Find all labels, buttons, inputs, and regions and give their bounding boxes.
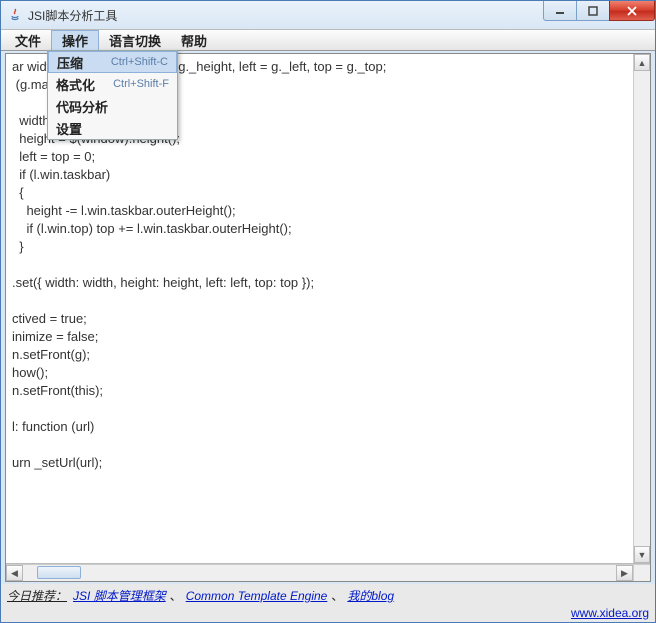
menu-help[interactable]: 帮助 [171, 30, 217, 50]
recommend-link-cte[interactable]: Common Template Engine [186, 589, 328, 603]
scroll-right-arrow-icon[interactable]: ▶ [616, 565, 633, 581]
menu-language[interactable]: 语言切换 [99, 30, 171, 50]
window-title: JSI脚本分析工具 [28, 7, 117, 24]
dropdown-item-settings[interactable]: 设置 [48, 117, 177, 139]
scroll-corner [633, 565, 650, 581]
scroll-up-arrow-icon[interactable]: ▲ [634, 54, 650, 71]
recommend-sep: 、 [331, 587, 343, 604]
recommend-label: 今日推荐： [7, 587, 67, 604]
recommend-sep: 、 [170, 587, 182, 604]
menu-file[interactable]: 文件 [5, 30, 51, 50]
maximize-button[interactable] [576, 1, 610, 21]
horizontal-scrollbar[interactable]: ◀ ▶ [6, 564, 650, 581]
vertical-scrollbar[interactable]: ▲ ▼ [633, 54, 650, 563]
status-recommend: 今日推荐： JSI 脚本管理框架 、 Common Template Engin… [7, 587, 649, 604]
dropdown-shortcut: Ctrl+Shift-F [113, 78, 169, 90]
java-icon [7, 7, 23, 23]
scroll-down-arrow-icon[interactable]: ▼ [634, 546, 650, 563]
recommend-link-jsi[interactable]: JSI 脚本管理框架 [73, 587, 166, 604]
statusbar: 今日推荐： JSI 脚本管理框架 、 Common Template Engin… [1, 584, 655, 622]
close-button[interactable] [609, 1, 655, 21]
hscroll-thumb[interactable] [37, 566, 81, 579]
menu-operate[interactable]: 操作 [51, 30, 99, 51]
dropdown-label: 设置 [56, 119, 82, 138]
app-window: JSI脚本分析工具 文件 操作 语言切换 帮助 压缩 Ctrl+Shift-C … [0, 0, 656, 623]
dropdown-label: 格式化 [56, 75, 95, 94]
titlebar[interactable]: JSI脚本分析工具 [1, 1, 655, 29]
scroll-left-arrow-icon[interactable]: ◀ [6, 565, 23, 581]
minimize-button[interactable] [543, 1, 577, 21]
recommend-link-blog[interactable]: 我的blog [347, 587, 394, 604]
window-controls [544, 1, 655, 21]
dropdown-item-compress[interactable]: 压缩 Ctrl+Shift-C [48, 51, 177, 73]
menubar: 文件 操作 语言切换 帮助 [1, 29, 655, 51]
dropdown-label: 代码分析 [56, 97, 108, 116]
status-site: www.xidea.org [7, 606, 649, 620]
operate-dropdown: 压缩 Ctrl+Shift-C 格式化 Ctrl+Shift-F 代码分析 设置 [47, 50, 178, 140]
site-link[interactable]: www.xidea.org [571, 606, 649, 620]
dropdown-shortcut: Ctrl+Shift-C [111, 56, 168, 68]
hscroll-track[interactable] [23, 565, 616, 581]
dropdown-label: 压缩 [57, 53, 83, 72]
dropdown-item-format[interactable]: 格式化 Ctrl+Shift-F [48, 73, 177, 95]
dropdown-item-analyze[interactable]: 代码分析 [48, 95, 177, 117]
